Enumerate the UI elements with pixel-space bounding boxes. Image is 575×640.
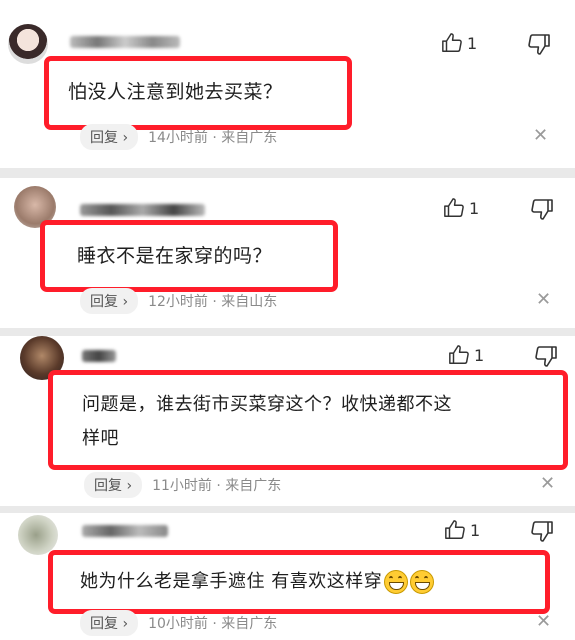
like-count: 1 <box>469 198 480 218</box>
comment-card: 1 问题是，谁去街市买菜穿这个？收快递都不这 样吧 回复 › 11小时前 · 来… <box>0 336 575 506</box>
timestamp-location: 14小时前 · 来自广东 <box>148 130 278 146</box>
thumbs-down-icon <box>535 346 557 367</box>
thumbs-up-icon <box>442 33 462 52</box>
dislike-button[interactable] <box>527 32 551 60</box>
timestamp-location: 11小时前 · 来自广东 <box>152 478 282 494</box>
thumbs-up-icon <box>445 520 465 539</box>
timestamp-location: 12小时前 · 来自山东 <box>148 294 278 310</box>
close-icon[interactable]: ✕ <box>540 473 555 494</box>
comment-meta: 回复 › 14小时前 · 来自广东 <box>80 124 277 150</box>
like-count: 1 <box>474 345 485 365</box>
thumbs-down-icon <box>531 521 553 542</box>
comment-meta: 回复 › 12小时前 · 来自山东 <box>80 288 277 314</box>
grin-emoji-icon <box>410 570 435 594</box>
username-blurred[interactable] <box>80 204 205 216</box>
thumbs-up-icon <box>444 198 464 217</box>
like-button[interactable]: 1 <box>441 32 477 54</box>
thumbs-down-icon <box>528 34 550 55</box>
like-count: 1 <box>470 520 481 540</box>
comment-card: 1 怕没人注意到她去买菜？ 回复 › 14小时前 · 来自广东 ✕ <box>0 0 575 168</box>
reply-button[interactable]: 回复 › <box>84 472 143 498</box>
reply-button[interactable]: 回复 › <box>80 610 139 636</box>
comment-text: 怕没人注意到她去买菜？ <box>68 81 283 103</box>
avatar[interactable] <box>8 24 48 64</box>
timestamp-location: 10小时前 · 来自广东 <box>148 616 278 632</box>
reply-button[interactable]: 回复 › <box>80 124 139 150</box>
comment-card: 1 她为什么老是拿手遮住 有喜欢这样穿 回复 › 10小时前 · 来自广东 ✕ <box>0 513 575 640</box>
dislike-button[interactable] <box>530 519 554 547</box>
close-icon[interactable]: ✕ <box>533 125 548 146</box>
username-blurred[interactable] <box>70 36 180 48</box>
reply-button[interactable]: 回复 › <box>80 288 139 314</box>
like-count: 1 <box>467 33 478 53</box>
thumbs-down-icon <box>531 199 553 220</box>
like-button[interactable]: 1 <box>448 344 484 366</box>
comment-text: 睡衣不是在家穿的吗？ <box>77 245 273 267</box>
dislike-button[interactable] <box>534 344 558 372</box>
grin-emoji-icon <box>384 570 409 594</box>
comment-text: 她为什么老是拿手遮住 有喜欢这样穿 <box>80 565 435 599</box>
comment-meta: 回复 › 10小时前 · 来自广东 <box>80 610 277 636</box>
dislike-button[interactable] <box>530 197 554 225</box>
comment-text-body: 她为什么老是拿手遮住 有喜欢这样穿 <box>80 571 383 592</box>
avatar[interactable] <box>18 515 58 555</box>
close-icon[interactable]: ✕ <box>536 289 551 310</box>
comment-text-line1: 问题是，谁去街市买菜穿这个？收快递都不这 <box>82 394 452 415</box>
like-button[interactable]: 1 <box>444 519 480 541</box>
comment-meta: 回复 › 11小时前 · 来自广东 <box>84 472 281 498</box>
thumbs-up-icon <box>449 345 469 364</box>
comment-text-line2: 样吧 <box>82 428 119 449</box>
like-button[interactable]: 1 <box>443 197 479 219</box>
username-blurred[interactable] <box>82 350 116 362</box>
close-icon[interactable]: ✕ <box>536 611 551 632</box>
username-blurred[interactable] <box>82 525 168 537</box>
comment-card: 1 睡衣不是在家穿的吗？ 回复 › 12小时前 · 来自山东 ✕ <box>0 178 575 328</box>
